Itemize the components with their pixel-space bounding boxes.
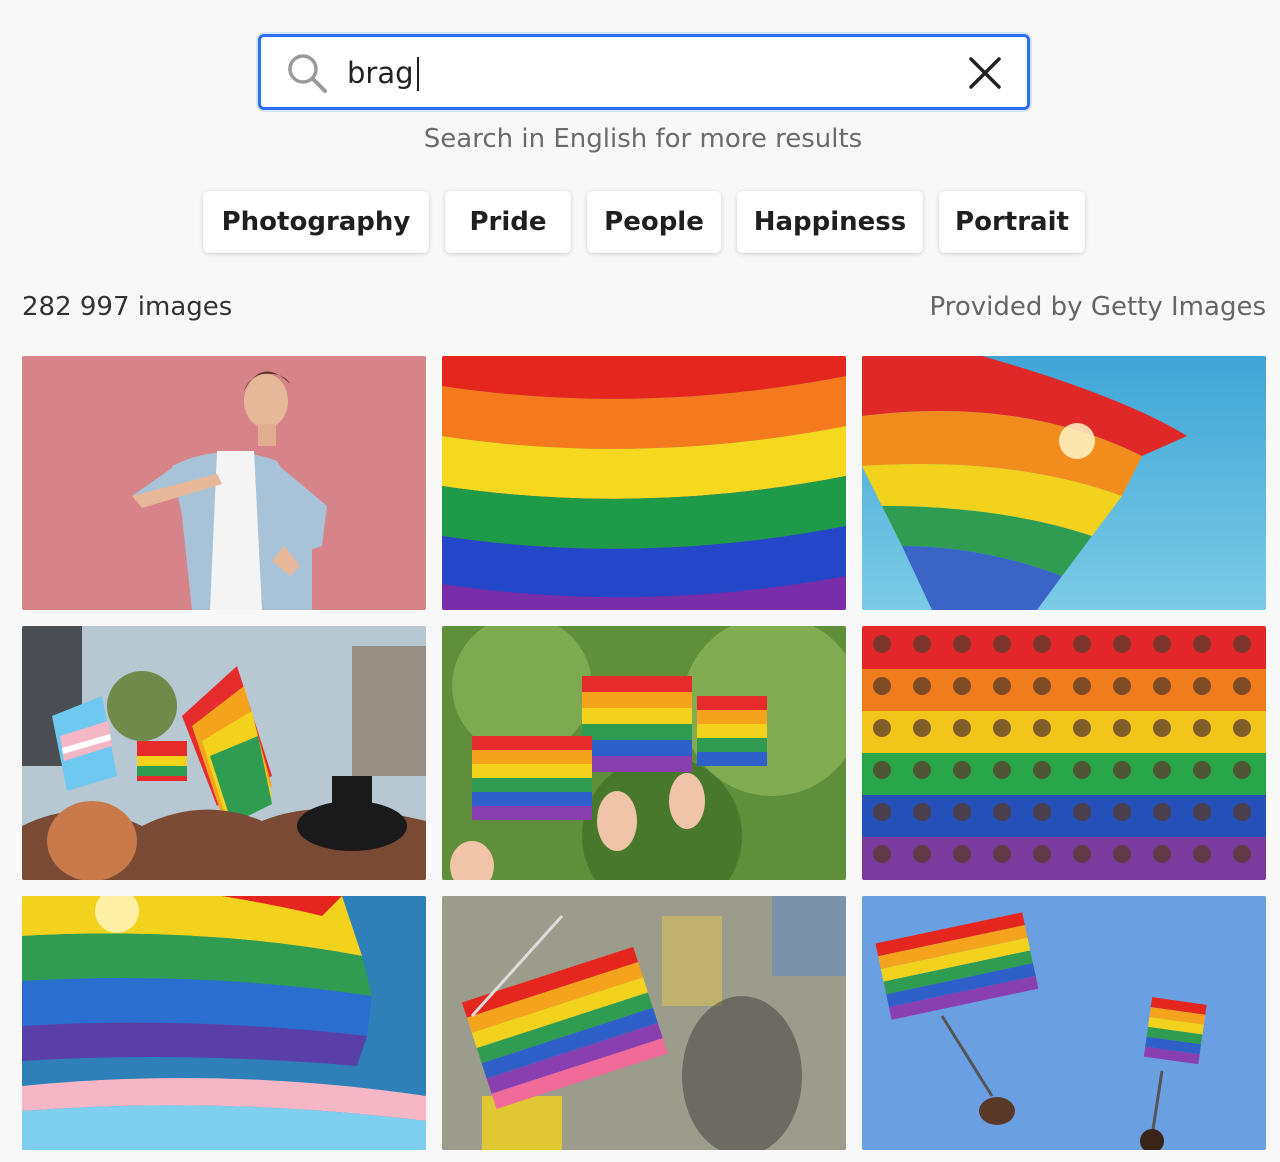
image-tile-crowd-flags[interactable] [442,896,846,1150]
image-tile-flags-in-sky[interactable] [862,896,1266,1150]
suggestion-chips: Photography Pride People Happiness Portr… [203,191,1085,253]
search-box[interactable] [258,34,1030,110]
result-count: 282 997 images [22,292,233,322]
image-tile-flag-blue-sky[interactable] [22,896,426,1150]
close-icon[interactable] [963,51,1007,95]
chip-portrait[interactable]: Portrait [939,191,1085,253]
search-hint: Search in English for more results [423,124,863,154]
image-tile-man-pointing[interactable] [22,356,426,610]
image-tile-rainbow-flag-waves[interactable] [442,356,846,610]
text-caret [417,57,419,91]
chip-happiness[interactable]: Happiness [737,191,923,253]
search-input[interactable] [347,51,927,95]
image-tile-flag-sunlight[interactable] [862,356,1266,610]
search-icon [288,54,327,93]
image-tile-hands-with-flags[interactable] [442,626,846,880]
image-tile-pride-parade[interactable] [22,626,426,880]
image-tile-portrait-collage[interactable] [862,626,1266,880]
provider-credit: Provided by Getty Images [929,292,1266,322]
chip-people[interactable]: People [587,191,721,253]
chip-photography[interactable]: Photography [203,191,429,253]
chip-pride[interactable]: Pride [445,191,571,253]
